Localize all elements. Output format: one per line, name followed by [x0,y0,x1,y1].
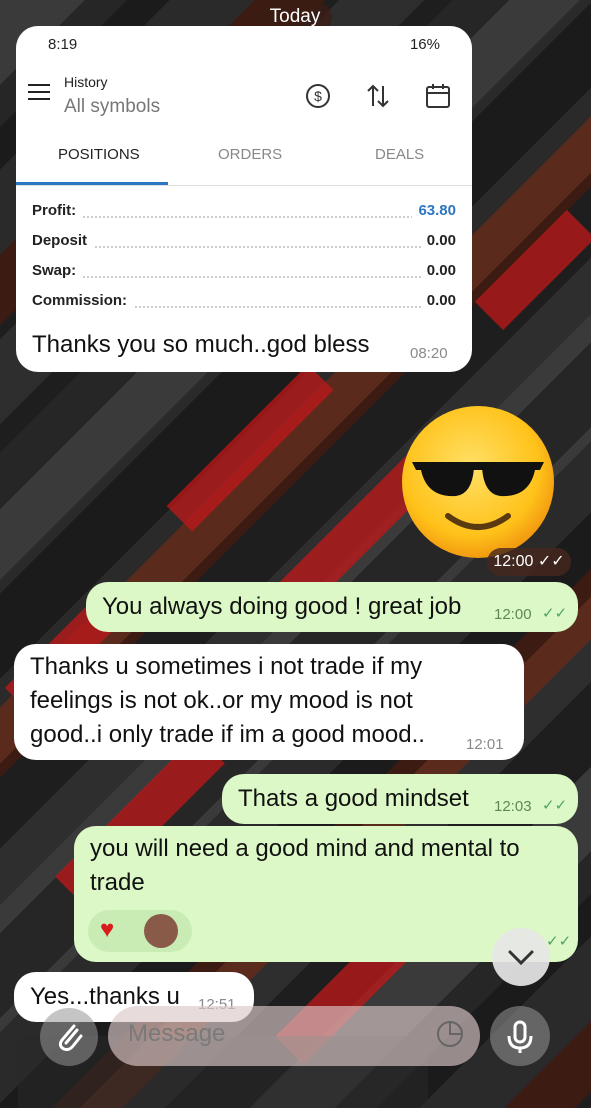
chevron-down-icon [508,950,534,966]
screenshot-message[interactable]: 8:19 16% History All symbols $ POSITIONS… [16,26,472,372]
message-input[interactable]: Message [108,1006,480,1066]
wallpaper-mark [166,364,334,532]
swap-row: Swap: 0.00 [32,262,456,286]
message-text: Thats a good mindset [238,785,469,812]
sort-icon [364,82,392,110]
commission-row: Commission: 0.00 [32,292,456,316]
outgoing-message[interactable]: Thats a good mindset 12:03 ✓✓ [222,774,578,824]
incoming-message[interactable]: Thanks u sometimes i not trade if my fee… [14,644,524,760]
swap-label: Swap: [32,262,83,279]
paperclip-icon [58,1024,83,1052]
profit-row: Profit: 63.80 [32,202,456,226]
currency-swap-icon: $ [304,82,332,110]
reactions-bar[interactable]: ♥ [88,910,192,952]
sunglasses-emoji-icon[interactable] [400,404,556,560]
hamburger-menu-icon [28,84,50,100]
attach-button[interactable] [40,1008,98,1066]
microphone-icon [507,1020,533,1053]
message-time: 12:00 [494,606,532,623]
message-time: 12:03 [494,798,532,815]
deposit-row: Deposit 0.00 [32,232,456,256]
message-text: you will need a good mind and mental to … [90,835,520,896]
profit-value: 63.80 [412,202,456,219]
sticker-icon[interactable] [436,1020,464,1048]
deposit-value: 0.00 [420,232,456,249]
screenshot-caption: Thanks you so much..god bless [32,331,370,358]
scroll-down-button[interactable] [492,928,550,986]
tab-deals: DEALS [375,146,425,163]
history-title: History [64,74,108,90]
deposit-label: Deposit [32,232,94,249]
outgoing-message[interactable]: You always doing good ! great job 12:00 … [86,582,578,632]
status-time: 8:19 [48,36,78,53]
wallpaper-mark [474,209,591,331]
profit-label: Profit: [32,202,83,219]
commission-value: 0.00 [420,292,456,309]
svg-text:$: $ [314,88,322,104]
screenshot-image[interactable]: 8:19 16% History All symbols $ POSITIONS… [16,26,472,346]
heart-icon: ♥ [100,916,115,943]
message-placeholder: Message [128,1020,226,1047]
history-subtitle: All symbols [64,96,161,117]
tab-divider [16,185,472,186]
read-receipt-icon: ✓✓ [542,797,568,814]
message-time: 12:01 [466,736,504,753]
commission-label: Commission: [32,292,134,309]
message-text: Thanks u sometimes i not trade if my fee… [30,653,425,748]
status-battery: 16% [409,36,440,53]
tab-positions: POSITIONS [58,146,140,163]
tab-orders: ORDERS [218,146,283,163]
swap-value: 0.00 [420,262,456,279]
message-time: 08:20 [410,345,448,362]
microphone-button[interactable] [490,1006,550,1066]
emoji-time: 12:00 ✓✓ [487,548,571,576]
message-text: You always doing good ! great job [102,593,462,620]
tab-bar: POSITIONS ORDERS DEALS [16,146,472,186]
read-receipt-icon: ✓✓ [542,605,568,622]
calendar-icon [424,82,452,110]
avatar [144,914,178,948]
